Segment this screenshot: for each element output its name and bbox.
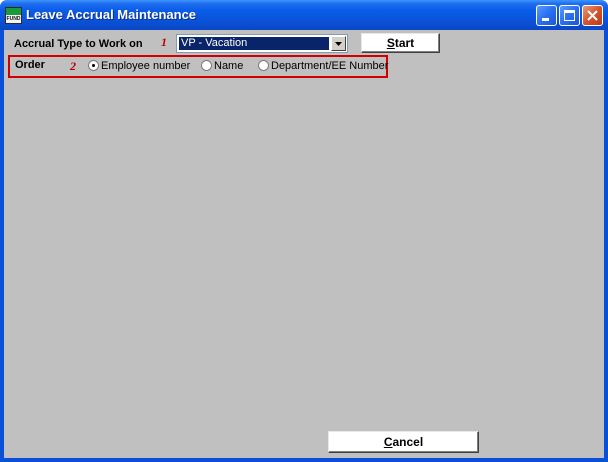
window-title: Leave Accrual Maintenance bbox=[26, 7, 197, 22]
chevron-down-icon bbox=[335, 42, 342, 46]
accrual-type-label: Accrual Type to Work on bbox=[14, 38, 143, 50]
annotation-marker-2: 2 bbox=[70, 59, 76, 73]
start-button-accelerator: S bbox=[386, 36, 395, 50]
accrual-type-selected: VP - Vacation bbox=[179, 37, 329, 50]
start-button-label: tart bbox=[394, 36, 415, 50]
order-option-employee-number[interactable]: Employee number bbox=[101, 60, 190, 72]
start-button[interactable]: Start bbox=[361, 33, 440, 53]
cancel-button-label: ancel bbox=[392, 435, 424, 449]
minimize-button[interactable] bbox=[536, 5, 557, 26]
close-button[interactable] bbox=[582, 5, 603, 26]
dropdown-arrow-button[interactable] bbox=[331, 36, 346, 51]
cancel-button[interactable]: Cancel bbox=[328, 431, 479, 453]
order-option-department-ee[interactable]: Department/EE Number bbox=[271, 60, 388, 72]
order-option-name[interactable]: Name bbox=[214, 60, 243, 72]
maximize-button[interactable] bbox=[559, 5, 580, 26]
accrual-type-dropdown[interactable]: VP - Vacation bbox=[176, 34, 348, 53]
client-area: Accrual Type to Work on 1 VP - Vacation … bbox=[4, 30, 604, 458]
fund-app-icon[interactable]: FUND bbox=[5, 7, 22, 24]
annotation-marker-1: 1 bbox=[161, 35, 167, 49]
app-window: FUND Leave Accrual Maintenance Accrual T… bbox=[0, 0, 608, 462]
order-radio-name[interactable] bbox=[201, 60, 212, 71]
radio-selected-dot bbox=[92, 64, 95, 67]
order-radio-department-ee[interactable] bbox=[258, 60, 269, 71]
app-icon-text: FUND bbox=[6, 16, 21, 22]
order-radio-employee-number[interactable] bbox=[88, 60, 99, 71]
maximize-icon bbox=[564, 10, 575, 21]
close-icon bbox=[587, 10, 598, 21]
title-bar[interactable]: FUND Leave Accrual Maintenance bbox=[0, 0, 608, 30]
minimize-icon bbox=[542, 18, 549, 21]
order-label: Order bbox=[15, 59, 45, 71]
